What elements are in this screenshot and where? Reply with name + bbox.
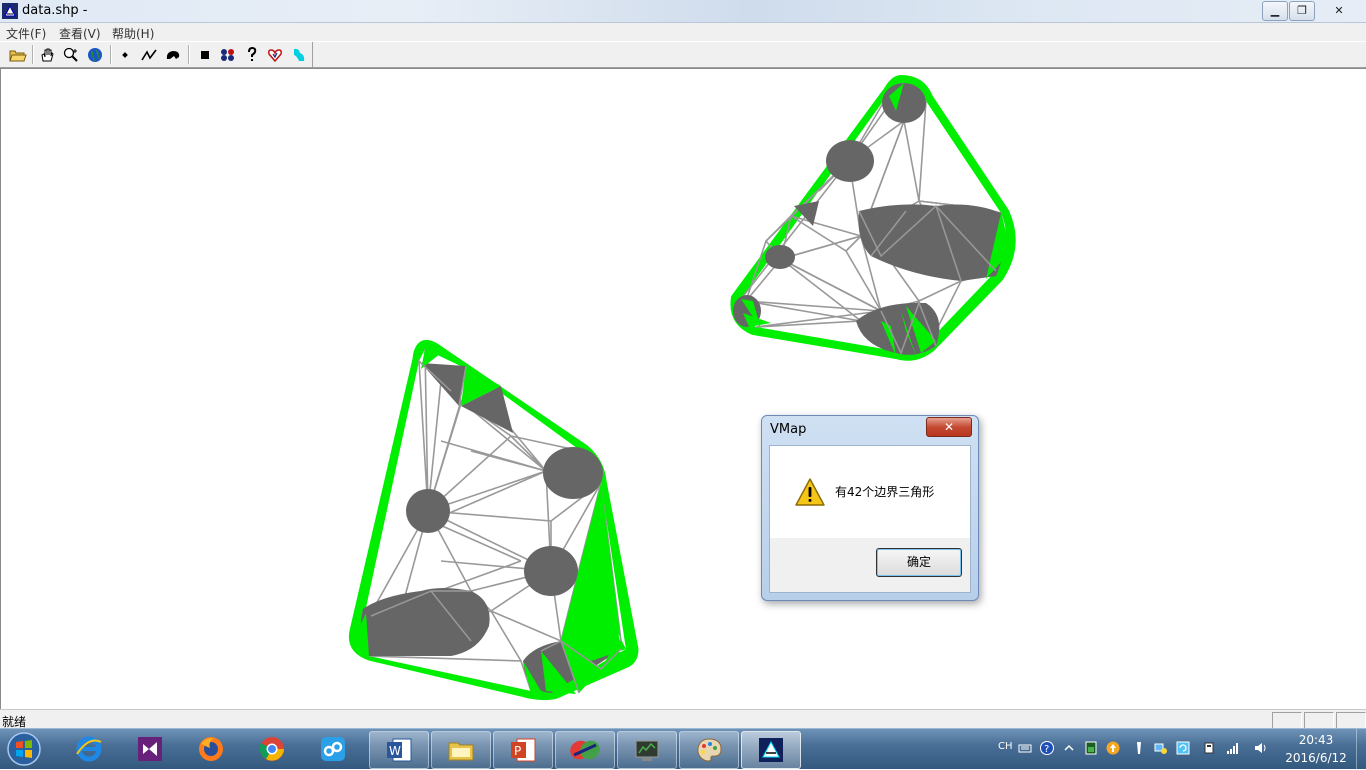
internet-explorer-icon[interactable] [60,731,118,767]
menu-help[interactable]: 帮助(H) [112,25,154,42]
language-indicator[interactable]: CH [998,741,1013,752]
show-hidden-icons-icon[interactable] [1062,741,1076,755]
terminal-icon[interactable] [617,731,677,769]
menu-view[interactable]: 查看(V) [59,25,101,42]
ok-button[interactable]: 确定 [876,548,962,577]
network-share-icon[interactable] [1154,741,1168,755]
paint-icon[interactable] [679,731,739,769]
map-canvas[interactable] [0,68,1366,709]
dialog-message: 有42个边界三角形 [835,485,935,499]
status-bar: 就绪 [0,709,1366,729]
vmap-icon[interactable] [741,731,801,769]
monitor-icon[interactable] [1084,741,1098,755]
region-lower [348,339,639,701]
open-folder-icon[interactable] [7,44,29,65]
start-button[interactable] [4,731,44,767]
clock-date[interactable]: 2016/6/12 [1280,751,1352,765]
dialog-footer: 确定 [769,538,971,593]
help-icon[interactable]: ? [1040,741,1054,755]
triangulate-icon[interactable] [217,44,239,65]
dialog-title: VMap [770,422,807,437]
file-explorer-icon[interactable] [431,731,491,769]
menu-bar: 文件(F) 查看(V) 帮助(H) [0,23,1366,41]
boundary-icon[interactable] [288,44,310,65]
keyboard-icon[interactable] [1018,741,1032,755]
window-title: data.shp - [22,3,88,18]
visual-studio-icon[interactable] [121,731,179,767]
word-icon[interactable]: W [369,731,429,769]
close-button[interactable]: ✕ [1316,1,1362,21]
status-panel [1272,712,1302,729]
message-dialog[interactable]: VMap ✕ 有42个边界三角形 确定 [761,415,979,601]
svg-text:?: ? [1044,744,1049,755]
clock-time[interactable]: 20:43 [1286,733,1346,747]
globe-icon[interactable] [84,44,106,65]
sync-icon[interactable] [1176,741,1190,755]
point-icon[interactable] [114,44,136,65]
volume-icon[interactable] [1254,741,1268,755]
show-desktop-button[interactable] [1356,729,1366,769]
zoom-icon[interactable] [60,44,82,65]
status-panel [1304,712,1334,729]
app-icon [2,3,18,19]
region-upper [730,74,1016,361]
minimize-button[interactable]: ▁ [1262,1,1288,21]
menu-file[interactable]: 文件(F) [6,25,46,42]
status-panel [1336,712,1366,729]
heart-icon[interactable] [264,44,286,65]
svg-text:P: P [514,744,521,758]
chrome-icon[interactable] [243,731,301,767]
help-icon[interactable] [241,44,263,65]
pan-hand-icon[interactable] [36,44,58,65]
signal-strength-icon[interactable] [1226,741,1240,755]
pen-icon[interactable] [1132,741,1146,755]
warning-icon [795,478,825,506]
polyline-icon[interactable] [138,44,160,65]
taskbar: W P CH ? 20:43 2016/6/12 [0,728,1366,769]
dialog-close-button[interactable]: ✕ [926,417,972,437]
powerpoint-icon[interactable]: P [493,731,553,769]
baidu-cloud-icon[interactable] [304,731,362,767]
system-tray: CH ? 20:43 2016/6/12 [990,729,1366,769]
svg-text:W: W [389,744,401,758]
dialog-body: 有42个边界三角形 [769,445,971,539]
update-icon[interactable] [1106,741,1120,755]
maximize-button[interactable]: ❐ [1289,1,1315,21]
app-tool-icon[interactable] [555,731,615,769]
polygon-icon[interactable] [162,44,184,65]
square-icon[interactable] [194,44,216,65]
title-bar[interactable]: data.shp - ▁ ❐ ✕ [0,0,1366,23]
usb-device-icon[interactable] [1202,741,1216,755]
firefox-icon[interactable] [182,731,240,767]
toolbar [0,42,1366,68]
triangulation-map[interactable] [1,69,1366,709]
